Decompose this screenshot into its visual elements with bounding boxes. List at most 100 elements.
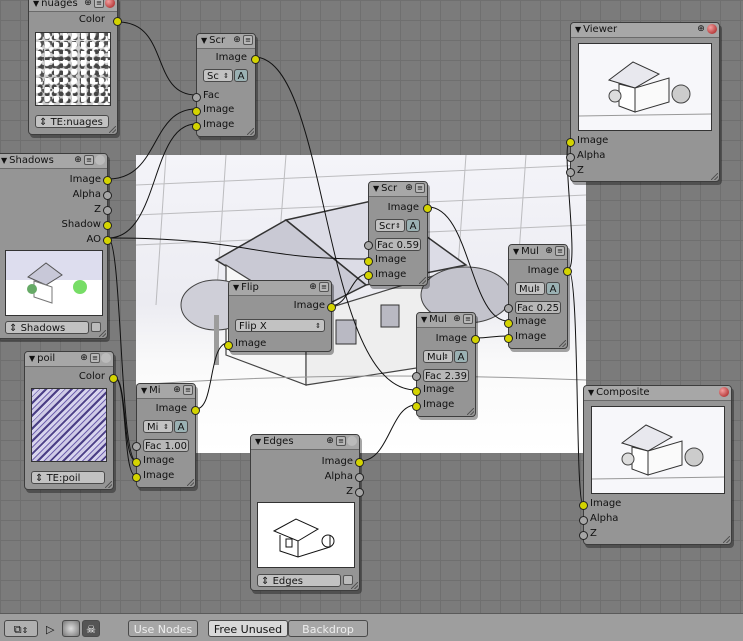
output-socket-alpha[interactable] bbox=[355, 473, 364, 482]
use-alpha-button[interactable]: A bbox=[454, 350, 468, 363]
menu-icon[interactable]: ≡ bbox=[463, 314, 473, 324]
resize-handle[interactable] bbox=[109, 126, 116, 133]
input-socket-image[interactable] bbox=[224, 341, 233, 350]
scene-selector[interactable]: ⇕ Shadows bbox=[5, 321, 89, 334]
menu-icon[interactable]: ≡ bbox=[183, 385, 193, 395]
fac-field[interactable]: Fac 2.39 bbox=[423, 369, 469, 382]
node-header[interactable]: ▼ Mul ⊕ ≡ bbox=[509, 245, 567, 260]
collapse-icon[interactable]: ▼ bbox=[233, 283, 239, 292]
menu-icon[interactable]: ≡ bbox=[90, 353, 100, 363]
input-socket-fac[interactable] bbox=[364, 241, 373, 250]
input-socket-image[interactable] bbox=[132, 473, 141, 482]
collapse-icon[interactable]: ▼ bbox=[255, 437, 261, 446]
plus-icon[interactable]: ⊕ bbox=[544, 246, 554, 256]
node-header[interactable]: ▼ Composite bbox=[584, 386, 731, 401]
use-alpha-button[interactable]: A bbox=[174, 420, 188, 433]
preview-toggle-icon[interactable] bbox=[347, 436, 357, 446]
collapse-icon[interactable]: ▼ bbox=[201, 36, 207, 45]
menu-icon[interactable]: ≡ bbox=[243, 35, 253, 45]
input-socket-image[interactable] bbox=[192, 107, 201, 116]
collapse-icon[interactable]: ▼ bbox=[33, 0, 39, 8]
input-socket-fac[interactable] bbox=[192, 93, 201, 102]
input-socket-fac[interactable] bbox=[412, 372, 421, 381]
node-header[interactable]: ▼ Scr ⊕ ≡ bbox=[197, 34, 255, 49]
resize-handle[interactable] bbox=[105, 481, 112, 488]
input-socket-fac[interactable] bbox=[504, 304, 513, 313]
node-header[interactable]: ▼ nuages ⊕ ≡ bbox=[29, 0, 117, 12]
resize-handle[interactable] bbox=[419, 277, 426, 284]
node-mix-multiply-2[interactable]: ▼ Mul ⊕ ≡ Image Mul ⇕ A Fac 2.39 Image Imag… bbox=[412, 312, 480, 417]
preview-toggle-icon[interactable] bbox=[101, 353, 111, 363]
node-texture-nuages[interactable]: ▼ nuages ⊕ ≡ Color ⇕ TE:nuages bbox=[28, 0, 122, 135]
free-unused-button[interactable]: Free Unused bbox=[208, 620, 288, 637]
node-mix-screen-2[interactable]: ▼ Scr ⊕ ≡ Image Scr ⇕ A Fac 0.59 Image Imag… bbox=[364, 181, 432, 286]
output-socket-image[interactable] bbox=[471, 335, 480, 344]
input-socket-fac[interactable] bbox=[132, 442, 141, 451]
input-socket-image[interactable] bbox=[132, 458, 141, 467]
fac-field[interactable]: Fac 0.25 bbox=[515, 301, 561, 314]
node-viewer[interactable]: ▼ Viewer ⊕ Image Alpha Z bbox=[566, 22, 720, 182]
output-socket-alpha[interactable] bbox=[103, 191, 112, 200]
node-mix-screen[interactable]: ▼ Scr ⊕ ≡ Image Sc ⇕ A Fac Image Image bbox=[192, 33, 260, 137]
node-mix[interactable]: ▼ Mi ⊕ ≡ Image Mi ⇕ A Fac 1.00 Image Image bbox=[132, 383, 200, 488]
blend-mode-select[interactable]: Mul ⇕ bbox=[423, 350, 453, 363]
collapse-icon[interactable]: ▼ bbox=[29, 354, 35, 363]
plus-icon[interactable]: ⊕ bbox=[696, 24, 706, 34]
collapse-icon[interactable]: ▼ bbox=[513, 247, 519, 256]
fac-field[interactable]: Fac 1.00 bbox=[143, 439, 189, 452]
input-socket-image[interactable] bbox=[504, 334, 513, 343]
plus-icon[interactable]: ⊕ bbox=[325, 436, 335, 446]
resize-handle[interactable] bbox=[559, 340, 566, 347]
plus-icon[interactable]: ⊕ bbox=[404, 183, 414, 193]
output-socket-z[interactable] bbox=[103, 206, 112, 215]
resize-handle[interactable] bbox=[711, 173, 718, 180]
node-header[interactable]: ▼ poil ⊕ ≡ bbox=[25, 352, 113, 367]
node-mix-multiply-1[interactable]: ▼ Mul ⊕ ≡ Image Mul ⇕ A Fac 0.25 Image Imag… bbox=[504, 244, 572, 349]
expand-menu-icon[interactable]: ▷ bbox=[46, 623, 54, 636]
output-socket-image[interactable] bbox=[423, 204, 432, 213]
output-socket-image[interactable] bbox=[103, 176, 112, 185]
menu-icon[interactable]: ≡ bbox=[94, 0, 104, 8]
input-socket-image[interactable] bbox=[192, 122, 201, 131]
collapse-icon[interactable]: ▼ bbox=[421, 315, 427, 324]
menu-icon[interactable]: ≡ bbox=[84, 155, 94, 165]
node-header[interactable]: ▼ Shadows ⊕ ≡ bbox=[0, 154, 107, 169]
output-socket-image[interactable] bbox=[191, 406, 200, 415]
node-header[interactable]: ▼ Edges ⊕ ≡ bbox=[251, 435, 359, 450]
collapse-icon[interactable]: ▼ bbox=[588, 388, 594, 397]
plus-icon[interactable]: ⊕ bbox=[172, 385, 182, 395]
node-header[interactable]: ▼ Mi ⊕ ≡ bbox=[137, 384, 195, 399]
input-socket-image[interactable] bbox=[412, 387, 421, 396]
node-composite[interactable]: ▼ Composite Image Alpha Z bbox=[579, 385, 732, 545]
output-socket-image[interactable] bbox=[563, 267, 572, 276]
texture-selector[interactable]: ⇕ TE:poil bbox=[31, 471, 105, 484]
blend-mode-select[interactable]: Mul ⇕ bbox=[515, 282, 545, 295]
collapse-icon[interactable]: ▼ bbox=[141, 386, 147, 395]
blend-mode-select[interactable]: Mi ⇕ bbox=[143, 420, 173, 433]
menu-icon[interactable]: ≡ bbox=[555, 246, 565, 256]
input-socket-image[interactable] bbox=[364, 257, 373, 266]
input-socket-image[interactable] bbox=[412, 402, 421, 411]
use-alpha-button[interactable]: A bbox=[546, 282, 560, 295]
resize-handle[interactable] bbox=[99, 330, 106, 337]
input-socket-z[interactable] bbox=[566, 168, 575, 177]
output-socket-z[interactable] bbox=[355, 488, 364, 497]
plus-icon[interactable]: ⊕ bbox=[73, 155, 83, 165]
output-socket-color[interactable] bbox=[113, 17, 122, 26]
node-header[interactable]: ▼ Viewer ⊕ bbox=[571, 23, 719, 38]
collapse-icon[interactable]: ▼ bbox=[373, 184, 379, 193]
resize-handle[interactable] bbox=[187, 479, 194, 486]
input-socket-image[interactable] bbox=[566, 138, 575, 147]
material-nodes-icon[interactable] bbox=[62, 620, 80, 637]
use-alpha-button[interactable]: A bbox=[406, 219, 420, 232]
collapse-icon[interactable]: ▼ bbox=[575, 25, 581, 34]
node-header[interactable]: ▼ Scr ⊕ ≡ bbox=[369, 182, 427, 197]
preview-toggle-icon[interactable] bbox=[105, 0, 115, 8]
output-socket-ao[interactable] bbox=[103, 236, 112, 245]
node-flip[interactable]: ▼ Flip ⊕ ≡ Image Flip X ⇕ Image bbox=[224, 280, 336, 352]
plus-icon[interactable]: ⊕ bbox=[232, 35, 242, 45]
output-socket-image[interactable] bbox=[327, 303, 336, 312]
plus-icon[interactable]: ⊕ bbox=[79, 353, 89, 363]
output-socket-color[interactable] bbox=[109, 374, 118, 383]
input-socket-alpha[interactable] bbox=[566, 153, 575, 162]
